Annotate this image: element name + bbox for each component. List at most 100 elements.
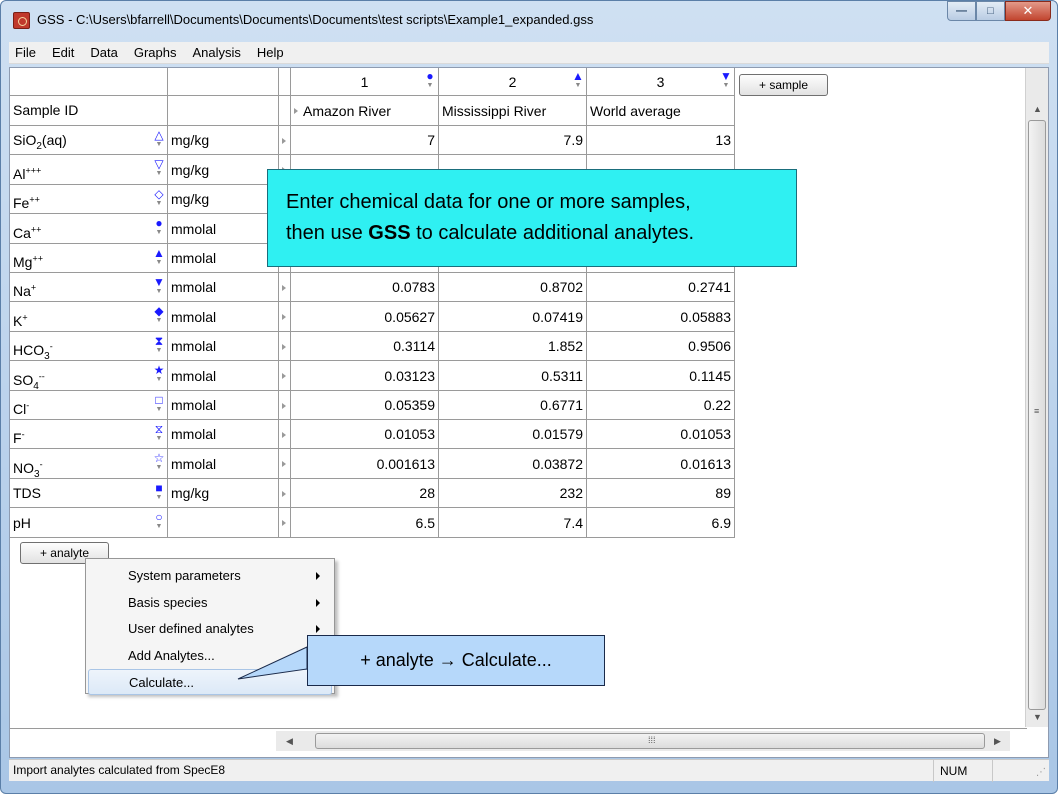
analyte-id-cell[interactable]: NO3- ☆ ▼ bbox=[10, 449, 168, 479]
analyte-id-cell[interactable]: Cl- □ ▼ bbox=[10, 391, 168, 420]
circle-filled-icon[interactable]: ● ▼ bbox=[424, 70, 436, 92]
plot-symbol-selector[interactable]: ■ ▼ bbox=[153, 482, 165, 504]
menu-item-system-parameters[interactable]: System parameters bbox=[88, 563, 332, 589]
units-cell[interactable]: mmolal bbox=[168, 332, 279, 361]
row-expand-cell[interactable] bbox=[279, 361, 291, 391]
value-cell[interactable]: 232 bbox=[439, 479, 587, 508]
plot-symbol-selector[interactable]: ⧖ ▼ bbox=[153, 423, 165, 445]
analyte-id-cell[interactable]: Mg++ ▲ ▼ bbox=[10, 244, 168, 273]
plot-symbol-selector[interactable]: ▽ ▼ bbox=[153, 158, 165, 180]
scroll-left-icon[interactable]: ◀ bbox=[286, 736, 293, 747]
row-expand-cell[interactable] bbox=[279, 273, 291, 302]
plot-symbol-selector[interactable]: ★ ▼ bbox=[153, 364, 165, 386]
analyte-id-cell[interactable]: SiO2(aq) △ ▼ bbox=[10, 126, 168, 155]
menu-item-add-analytes[interactable]: Add Analytes... bbox=[88, 643, 332, 669]
value-cell[interactable]: 7 bbox=[291, 126, 439, 155]
menu-help[interactable]: Help bbox=[249, 42, 292, 64]
units-cell[interactable]: mmolal bbox=[168, 420, 279, 449]
row-expand-cell[interactable] bbox=[279, 449, 291, 479]
units-cell[interactable]: mmolal bbox=[168, 244, 279, 273]
value-cell[interactable]: 13 bbox=[587, 126, 735, 155]
row-expand-cell[interactable] bbox=[279, 302, 291, 332]
resize-grip-icon[interactable]: ⋰ bbox=[1036, 767, 1046, 778]
menu-item-basis-species[interactable]: Basis species bbox=[88, 590, 332, 616]
plot-symbol-selector[interactable]: △ ▼ bbox=[153, 129, 165, 151]
triangle-filled-icon[interactable]: ▲ ▼ bbox=[572, 70, 584, 92]
value-cell[interactable]: 0.03872 bbox=[439, 449, 587, 479]
plot-symbol-selector[interactable]: ▲ ▼ bbox=[153, 247, 165, 269]
menu-edit[interactable]: Edit bbox=[44, 42, 82, 64]
value-cell[interactable]: 0.07419 bbox=[439, 302, 587, 332]
value-cell[interactable]: 0.6771 bbox=[439, 391, 587, 420]
row-expand-cell[interactable] bbox=[279, 420, 291, 449]
menu-graphs[interactable]: Graphs bbox=[126, 42, 185, 64]
units-cell[interactable]: mg/kg bbox=[168, 479, 279, 508]
plot-symbol-selector[interactable]: ● ▼ bbox=[153, 217, 165, 239]
sample-number-header[interactable]: 3 ▼ ▼ bbox=[587, 68, 735, 96]
analyte-id-cell[interactable]: Al+++ ▽ ▼ bbox=[10, 155, 168, 185]
units-cell[interactable] bbox=[168, 508, 279, 538]
horizontal-scroll-thumb[interactable]: ⁞⁞⁞ bbox=[315, 733, 985, 749]
sample-name-cell[interactable]: Amazon River bbox=[291, 96, 439, 126]
analyte-id-cell[interactable]: HCO3- ⧗ ▼ bbox=[10, 332, 168, 361]
value-cell[interactable]: 0.05883 bbox=[587, 302, 735, 332]
units-cell[interactable]: mmolal bbox=[168, 391, 279, 420]
analyte-id-cell[interactable]: SO4-- ★ ▼ bbox=[10, 361, 168, 391]
analyte-id-cell[interactable]: pH ○ ▼ bbox=[10, 508, 168, 538]
add-sample-button[interactable]: + sample bbox=[739, 74, 828, 96]
value-cell[interactable]: 7.9 bbox=[439, 126, 587, 155]
menu-analysis[interactable]: Analysis bbox=[184, 42, 248, 64]
sample-number-header[interactable]: 2 ▲ ▼ bbox=[439, 68, 587, 96]
horizontal-scrollbar[interactable]: ◀ ⁞⁞⁞ ▶ bbox=[276, 731, 1010, 751]
maximize-button[interactable]: □ bbox=[976, 1, 1005, 21]
plot-symbol-selector[interactable]: □ ▼ bbox=[153, 394, 165, 416]
units-cell[interactable]: mg/kg bbox=[168, 185, 279, 214]
value-cell[interactable]: 6.5 bbox=[291, 508, 439, 538]
analyte-id-cell[interactable]: TDS ■ ▼ bbox=[10, 479, 168, 508]
plot-symbol-selector[interactable]: ◆ ▼ bbox=[153, 305, 165, 327]
menu-file[interactable]: File bbox=[9, 42, 44, 64]
menu-item-calculate[interactable]: Calculate... bbox=[88, 669, 332, 695]
units-cell[interactable]: mg/kg bbox=[168, 155, 279, 185]
menu-item-user-defined-analytes[interactable]: User defined analytes bbox=[88, 616, 332, 642]
plot-symbol-selector[interactable]: ⧗ ▼ bbox=[153, 335, 165, 357]
value-cell[interactable]: 28 bbox=[291, 479, 439, 508]
units-cell[interactable]: mmolal bbox=[168, 449, 279, 479]
units-cell[interactable]: mmolal bbox=[168, 361, 279, 391]
row-expand-cell[interactable] bbox=[279, 391, 291, 420]
value-cell[interactable]: 0.01053 bbox=[587, 420, 735, 449]
row-expand-cell[interactable] bbox=[279, 479, 291, 508]
close-button[interactable]: ✕ bbox=[1005, 1, 1051, 21]
minimize-button[interactable]: — bbox=[947, 1, 976, 21]
sample-name-cell[interactable]: Mississippi River bbox=[439, 96, 587, 126]
scroll-up-icon[interactable]: ▲ bbox=[1033, 104, 1042, 114]
value-cell[interactable]: 0.1145 bbox=[587, 361, 735, 391]
menu-data[interactable]: Data bbox=[82, 42, 125, 64]
value-cell[interactable]: 7.4 bbox=[439, 508, 587, 538]
units-cell[interactable]: mg/kg bbox=[168, 126, 279, 155]
value-cell[interactable]: 0.8702 bbox=[439, 273, 587, 302]
value-cell[interactable]: 0.03123 bbox=[291, 361, 439, 391]
value-cell[interactable]: 89 bbox=[587, 479, 735, 508]
row-expand-cell[interactable] bbox=[279, 332, 291, 361]
gss-app-icon[interactable] bbox=[13, 12, 30, 29]
triangle-down-filled-icon[interactable]: ▼ ▼ bbox=[720, 70, 732, 92]
analyte-id-cell[interactable]: Fe++ ◇ ▼ bbox=[10, 185, 168, 214]
row-expand-cell[interactable] bbox=[279, 508, 291, 538]
plot-symbol-selector[interactable]: ○ ▼ bbox=[153, 511, 165, 533]
value-cell[interactable]: 0.01053 bbox=[291, 420, 439, 449]
value-cell[interactable]: 0.22 bbox=[587, 391, 735, 420]
plot-symbol-selector[interactable]: ◇ ▼ bbox=[153, 188, 165, 210]
scroll-down-icon[interactable]: ▼ bbox=[1033, 712, 1042, 722]
value-cell[interactable]: 0.01613 bbox=[587, 449, 735, 479]
row-expand-cell[interactable] bbox=[279, 126, 291, 155]
value-cell[interactable]: 1.852 bbox=[439, 332, 587, 361]
value-cell[interactable]: 0.05359 bbox=[291, 391, 439, 420]
units-cell[interactable]: mmolal bbox=[168, 214, 279, 244]
value-cell[interactable]: 0.2741 bbox=[587, 273, 735, 302]
value-cell[interactable]: 6.9 bbox=[587, 508, 735, 538]
sample-id-header[interactable]: Sample ID bbox=[10, 96, 168, 126]
value-cell[interactable]: 0.9506 bbox=[587, 332, 735, 361]
analyte-id-cell[interactable]: K+ ◆ ▼ bbox=[10, 302, 168, 332]
scroll-right-icon[interactable]: ▶ bbox=[994, 736, 1001, 747]
